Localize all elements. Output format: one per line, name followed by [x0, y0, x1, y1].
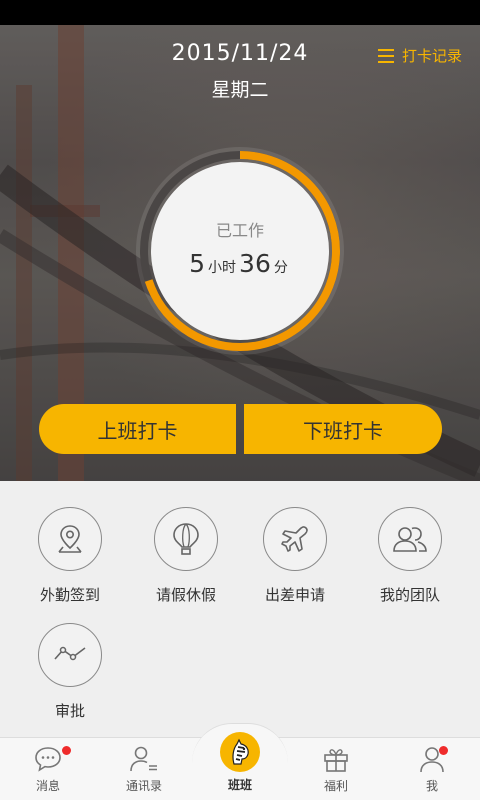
feature-label: 出差申请 — [264, 586, 325, 604]
clock-out-button[interactable]: 下班打卡 — [244, 404, 442, 454]
menu-lines-icon — [377, 48, 394, 63]
notification-badge — [439, 746, 448, 755]
weekday-display: 星期二 — [211, 79, 269, 101]
ring-center: 已工作 5 小时 36 分 — [151, 162, 329, 340]
location-pin-icon — [58, 525, 82, 553]
tab-label: 消息 — [35, 779, 60, 793]
team-icon — [393, 527, 427, 552]
tab-messages[interactable]: 消息 — [0, 744, 96, 794]
feature-grid: 外勤签到 请假休假 出差申请 我的团队 审批 — [0, 481, 480, 737]
gift-icon — [324, 749, 348, 772]
worked-label: 已工作 — [215, 220, 264, 240]
contacts-icon — [130, 746, 157, 772]
hot-air-balloon-icon — [173, 523, 199, 555]
feature-label: 我的团队 — [379, 586, 440, 604]
feature-label: 审批 — [54, 702, 85, 720]
tab-label: 福利 — [323, 779, 348, 793]
work-time-ring: 已工作 5 小时 36 分 — [134, 145, 346, 357]
feature-label: 外勤签到 — [39, 586, 100, 604]
hours-unit: 小时 — [208, 259, 237, 276]
feature-label: 请假休假 — [155, 586, 216, 604]
tab-label: 班班 — [227, 778, 252, 792]
chat-bubble-icon — [35, 747, 61, 772]
clock-in-button[interactable]: 上班打卡 — [39, 404, 236, 454]
worked-minutes: 36 — [239, 248, 271, 278]
tab-me[interactable]: 我 — [384, 744, 480, 794]
worked-duration: 5 小时 36 分 — [189, 249, 291, 278]
tab-label: 我 — [425, 779, 438, 793]
minutes-unit: 分 — [273, 259, 288, 276]
zebra-avatar-icon — [220, 732, 260, 772]
trend-line-icon — [54, 646, 86, 661]
tab-contacts[interactable]: 通讯录 — [96, 744, 192, 794]
feature-business-trip[interactable]: 出差申请 — [245, 507, 345, 605]
worked-hours: 5 — [189, 248, 206, 278]
clock-record-link[interactable]: 打卡记录 — [377, 45, 462, 66]
feature-leave[interactable]: 请假休假 — [136, 507, 236, 605]
unread-badge — [62, 746, 71, 755]
feature-approval[interactable]: 审批 — [20, 623, 120, 721]
tab-welfare[interactable]: 福利 — [288, 744, 384, 794]
tab-banban[interactable]: 班班 — [192, 732, 288, 793]
feature-field-checkin[interactable]: 外勤签到 — [20, 507, 120, 605]
tab-label: 通讯录 — [125, 779, 162, 793]
status-bar — [0, 0, 480, 25]
airplane-icon — [281, 526, 308, 552]
feature-my-team[interactable]: 我的团队 — [360, 507, 460, 605]
clock-record-label: 打卡记录 — [401, 47, 462, 65]
